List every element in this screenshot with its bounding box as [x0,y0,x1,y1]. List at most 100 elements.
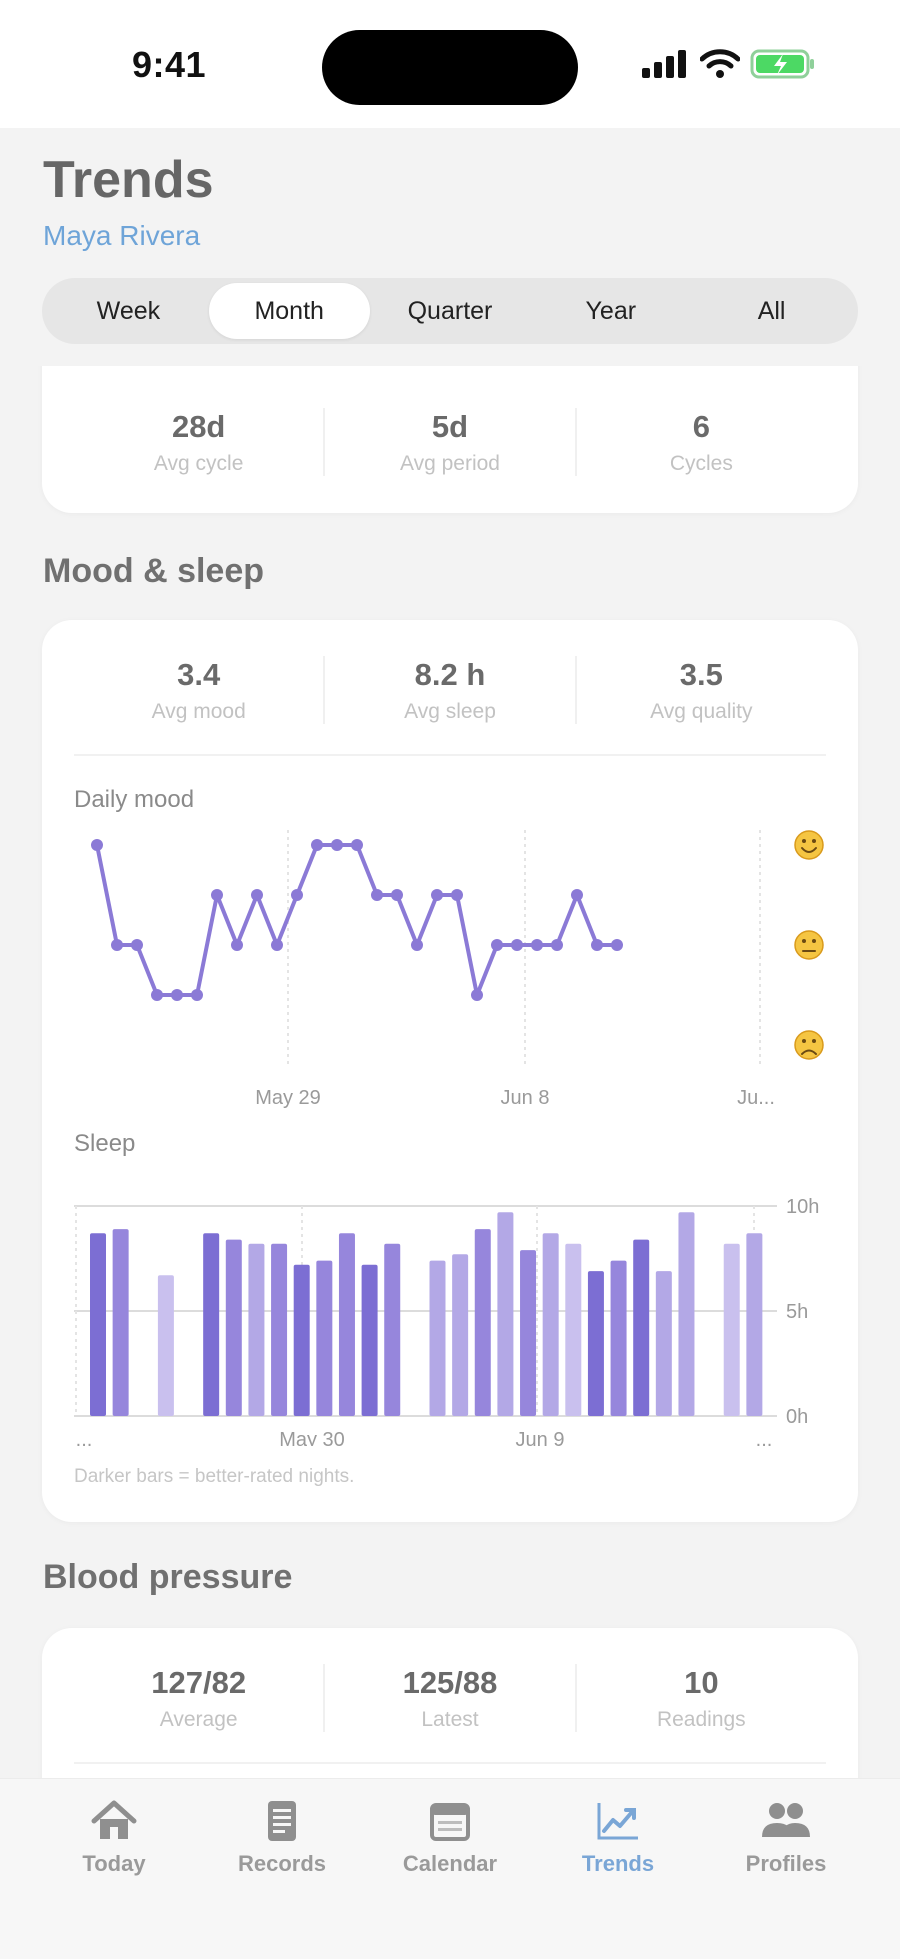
status-time: 9:41 [132,44,207,85]
cycle-label: C4 [508,366,536,370]
sleep-bar [723,1243,740,1416]
cellular-signal-icon [642,50,686,78]
stat-value: 125/88 [402,1665,498,1700]
mood-line [95,843,617,997]
sleep-x-tick-label: ... [76,1429,93,1446]
stat-bp-average: 127/82 Average [74,1664,323,1732]
tab-bar: Today Records Calendar Trends Profiles [0,1778,900,1959]
home-icon [91,1800,137,1839]
stat-avg-sleep: 8.2 h Avg sleep [323,656,574,724]
sleep-bar [633,1239,650,1416]
calendar-icon [430,1803,470,1841]
sleep-bar [316,1260,333,1416]
sleep-chart-title: Sleep [74,1130,136,1157]
mood-point [591,939,603,951]
page-title: Trends [43,151,214,209]
cycle-label: C5 [620,366,648,370]
records-icon [268,1801,296,1841]
sleep-bar [497,1212,514,1416]
section-title-blood-pressure: Blood pressure [43,1558,293,1596]
stat-bp-latest: 125/88 Latest [323,1664,574,1732]
stat-label: Cycles [669,452,733,475]
sleep-chart[interactable]: 10h 5h 0h... May 30 Jun 9... [42,1166,858,1446]
mood-point [571,889,583,901]
stat-avg-cycle: 28d Avg cycle [74,408,323,476]
stat-label: Avg mood [151,700,246,723]
stat-value: 8.2 h [414,657,486,692]
sleep-bar [293,1264,310,1416]
tab-records[interactable]: Records [198,1779,366,1959]
profile-name-link[interactable]: Maya Rivera [43,220,200,252]
tab-calendar[interactable]: Calendar [366,1779,534,1959]
mood-point [331,839,343,851]
range-tab-quarter[interactable]: Quarter [370,283,531,339]
mood-chart[interactable]: May 29 Jun 8 Ju... [42,820,858,1120]
status-bar: 9:41 [0,0,900,128]
tab-trends[interactable]: Trends [534,1779,702,1959]
range-tab-all[interactable]: All [691,283,852,339]
stat-label: Readings [656,1708,746,1731]
mood-point [91,839,103,851]
cycle-label: C6 [742,366,770,370]
stat-avg-quality: 3.5 Avg quality [574,656,826,724]
mood-point [111,939,123,951]
range-tab-week[interactable]: Week [48,283,209,339]
sleep-bar [157,1275,174,1416]
range-tab-year[interactable]: Year [530,283,691,339]
sleep-bar [474,1229,491,1416]
mood-point [291,889,303,901]
sleep-bar [542,1233,559,1416]
profiles-icon [762,1803,810,1837]
mood-point [351,839,363,851]
stat-label: Average [159,1708,238,1731]
stat-value: 28d [171,409,226,444]
blood-pressure-stats: 127/82 Average 125/88 Latest 10 Readings [74,1664,826,1732]
tab-label: Trends [581,1851,655,1876]
mood-chart-title: Daily mood [74,786,195,813]
tab-today[interactable]: Today [30,1779,198,1959]
mood-point [431,889,443,901]
stat-bp-readings: 10 Readings [574,1664,826,1732]
stat-value: 3.4 [177,657,221,692]
stat-cycles: 6 Cycles [574,408,826,476]
mood-point [451,889,463,901]
trends-scroll-area[interactable]: C1 C2 C3 C4 C5 C6 28d Avg cycle 5d Avg p… [0,366,900,1778]
stat-avg-mood: 3.4 Avg mood [74,656,323,724]
mood-point [511,939,523,951]
mood-point [171,989,183,1001]
mood-point [211,889,223,901]
sleep-bar [746,1233,763,1416]
sleep-bar [90,1233,106,1416]
sleep-bar [565,1243,582,1416]
trends-icon [597,1803,638,1840]
mood-point [231,939,243,951]
tab-profiles[interactable]: Profiles [702,1779,870,1959]
sleep-bar [112,1229,129,1416]
range-tab-month[interactable]: Month [208,283,370,339]
tab-label: Profiles [745,1851,827,1876]
sleep-bar [338,1233,355,1416]
sleep-x-tick-label: Jun 9 [516,1429,565,1446]
mood-sleep-card: 3.4 Avg mood 8.2 h Avg sleep 3.5 Avg qua… [42,620,858,1522]
mood-point [371,889,383,901]
sleep-footnote: Darker bars = better-rated nights. [74,1466,355,1487]
stat-value: 10 [684,1665,719,1700]
sleep-bar [587,1271,604,1416]
mood-point [151,989,163,1001]
cycle-label: C2 [264,366,292,370]
status-icons [642,48,816,80]
stat-value: 127/82 [151,1665,247,1700]
dynamic-island [322,30,578,105]
stat-label: Avg cycle [153,452,244,475]
sleep-bar [248,1243,265,1416]
mood-point [391,889,403,901]
blood-pressure-card: 127/82 Average 125/88 Latest 10 Readings [42,1628,858,1778]
cycle-label: C1 [134,366,162,370]
sleep-y-tick-label: 5h [786,1301,808,1323]
stat-avg-period: 5d Avg period [323,408,574,476]
mood-point [191,989,203,1001]
mood-x-tick-label: May 29 [255,1087,321,1109]
mood-x-tick-label: Jun 8 [501,1087,550,1109]
mood-x-tick-label: Ju... [737,1087,775,1109]
stat-label: Avg period [399,452,500,475]
